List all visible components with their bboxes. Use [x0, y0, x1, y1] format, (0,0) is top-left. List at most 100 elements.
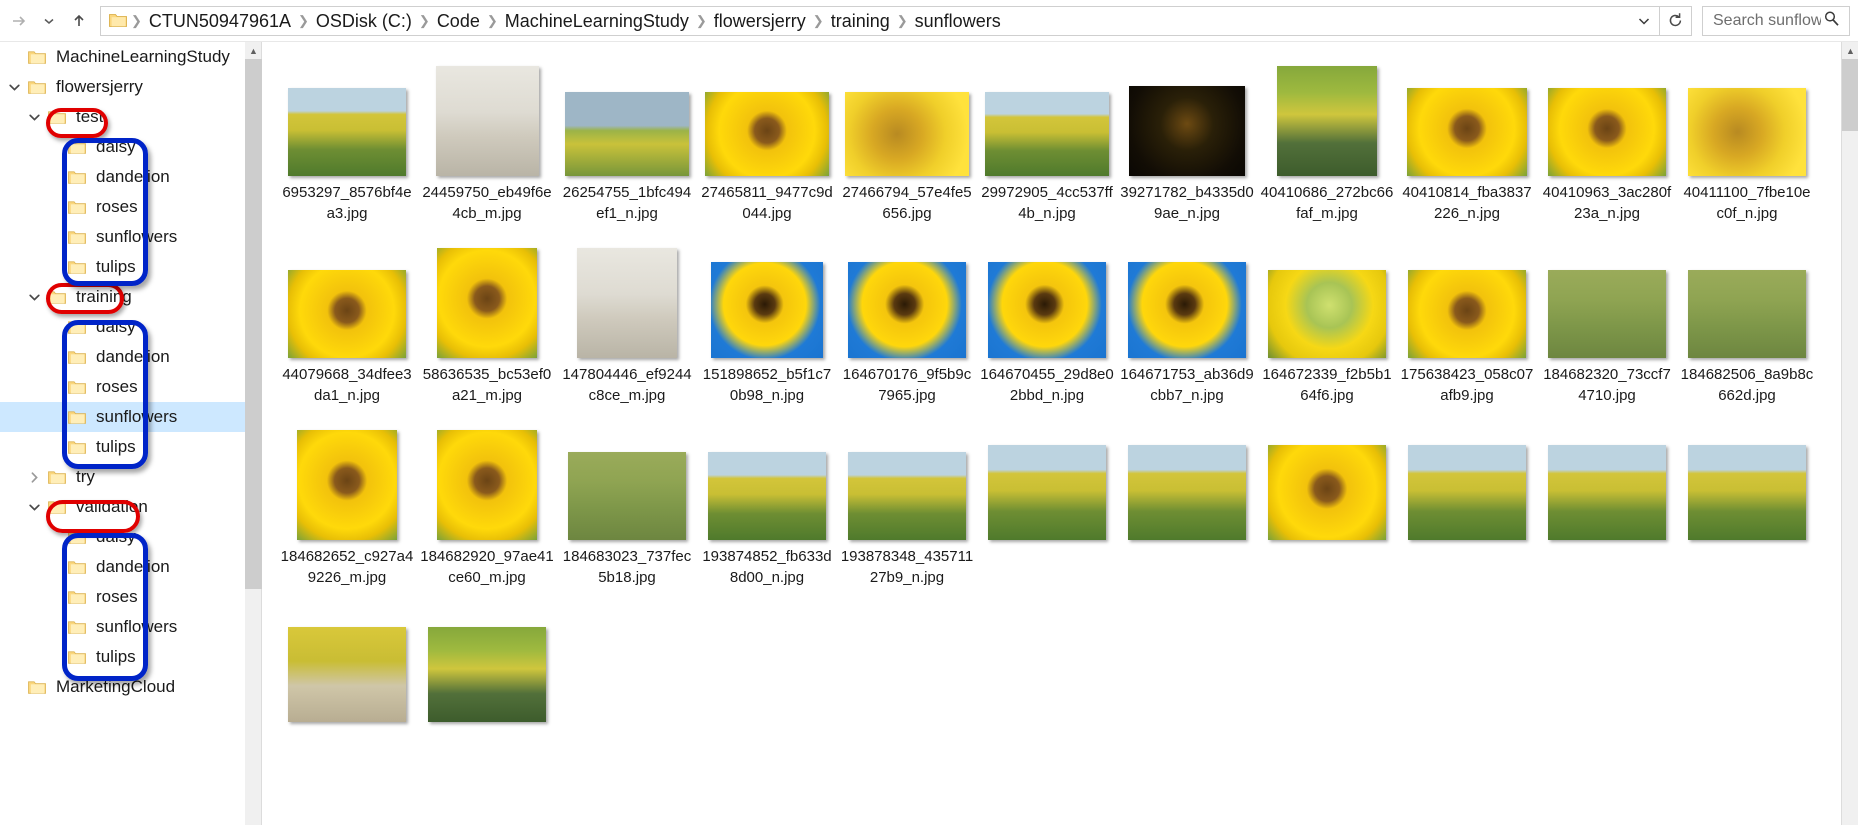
file-tile[interactable]: 164671753_ab36d9cbb7_n.jpg — [1117, 238, 1257, 406]
sidebar-item-daisy[interactable]: daisy — [0, 132, 245, 162]
file-tile[interactable]: 27466794_57e4fe5656.jpg — [837, 56, 977, 224]
file-tile[interactable]: 44079668_34dfee3da1_n.jpg — [277, 238, 417, 406]
file-tile[interactable] — [1537, 420, 1677, 588]
sidebar-item-sunflowers[interactable]: sunflowers — [0, 402, 245, 432]
up-button[interactable] — [64, 6, 94, 36]
chevron-down-icon[interactable] — [20, 492, 48, 522]
breadcrumb-item-code[interactable]: Code — [432, 7, 485, 35]
thumbnail-sunflower-blue-sky[interactable] — [711, 262, 823, 358]
file-tile[interactable] — [1677, 420, 1817, 588]
thumbnail-sunflower-field-wide[interactable] — [985, 92, 1109, 176]
sidebar-item-validation[interactable]: validation — [0, 492, 245, 522]
file-tile[interactable]: 184683023_737fec5b18.jpg — [557, 420, 697, 588]
file-tile[interactable]: 184682506_8a9b8c662d.jpg — [1677, 238, 1817, 406]
forward-button[interactable] — [4, 6, 34, 36]
file-tile[interactable] — [977, 420, 1117, 588]
sidebar-item-marketingcloud[interactable]: MarketingCloud — [0, 672, 245, 702]
file-tile[interactable]: 164670455_29d8e02bbd_n.jpg — [977, 238, 1117, 406]
breadcrumb-item-sunflowers[interactable]: sunflowers — [910, 7, 1006, 35]
file-tile[interactable] — [1397, 420, 1537, 588]
thumbnail-sunflower-bouquet-indoor[interactable] — [435, 66, 539, 176]
file-tile[interactable]: 6953297_8576bf4ea3.jpg — [277, 56, 417, 224]
breadcrumb-item-ctun50947961a[interactable]: CTUN50947961A — [144, 7, 296, 35]
chevron-down-icon[interactable] — [20, 102, 48, 132]
file-tile[interactable]: 58636535_bc53ef0a21_m.jpg — [417, 238, 557, 406]
sidebar-item-tulips[interactable]: tulips — [0, 642, 245, 672]
thumbnail-sunflower-field-tree[interactable] — [565, 92, 689, 176]
sidebar-scrollbar[interactable]: ▲ — [245, 42, 262, 825]
thumbnail-sunflower-dark-center[interactable] — [288, 270, 406, 358]
chevron-down-icon[interactable] — [0, 72, 28, 102]
file-tile[interactable] — [417, 602, 557, 728]
breadcrumb-item-machinelearningstudy[interactable]: MachineLearningStudy — [500, 7, 694, 35]
thumbnail-sunflower-single-stem[interactable] — [297, 430, 397, 540]
thumbnail-sunflower-market-stand[interactable] — [288, 627, 406, 722]
thumbnail-sunflower-field-person[interactable] — [848, 452, 966, 540]
sidebar-item-daisy[interactable]: daisy — [0, 522, 245, 552]
chevron-down-icon[interactable] — [1631, 7, 1657, 35]
thumbnail-sunflower-bloom-green[interactable] — [437, 430, 537, 540]
thumbnail-sunflower-yellow-bloom[interactable] — [437, 248, 537, 358]
sidebar-item-sunflowers[interactable]: sunflowers — [0, 612, 245, 642]
thumbnail-sunflower-seeds-bees[interactable] — [1688, 88, 1806, 176]
recent-locations-button[interactable] — [34, 6, 64, 36]
file-tile[interactable]: 24459750_eb49f6e4cb_m.jpg — [417, 56, 557, 224]
thumbnail-sunflower-field-clouds[interactable] — [708, 452, 826, 540]
file-tile[interactable]: 164670176_9f5b9c7965.jpg — [837, 238, 977, 406]
thumbnail-sunflower-blue-sky-2[interactable] — [848, 262, 966, 358]
file-tile[interactable]: 193878348_43571127b9_n.jpg — [837, 420, 977, 588]
sidebar-item-dandelion[interactable]: dandelion — [0, 162, 245, 192]
search-input[interactable] — [1711, 10, 1823, 31]
sidebar-item-training[interactable]: training — [0, 282, 245, 312]
file-tile[interactable]: 27465811_9477c9d044.jpg — [697, 56, 837, 224]
file-tile[interactable]: 40410814_fba3837226_n.jpg — [1397, 56, 1537, 224]
breadcrumb-item-osdisk[interactable]: OSDisk (C:) — [311, 7, 417, 35]
file-tile[interactable] — [1117, 420, 1257, 588]
sidebar-item-machinelearningstudy[interactable]: MachineLearningStudy — [0, 42, 245, 72]
sidebar-item-tulips[interactable]: tulips — [0, 252, 245, 282]
thumbnail-sunflowers-night-table[interactable] — [1129, 86, 1245, 176]
thumbnail-sunflower-back-green[interactable] — [1268, 270, 1386, 358]
thumbnail-sunflower-closeup[interactable] — [705, 92, 829, 176]
thumbnail-sunflower-in-leaves[interactable] — [568, 452, 686, 540]
chevron-right-icon[interactable] — [20, 462, 48, 492]
thumbnail-sunflower-blue-sky-3[interactable] — [988, 262, 1106, 358]
thumbnail-woman-child-in-field[interactable] — [1277, 66, 1377, 176]
thumbnail-field-of-sunflowers[interactable] — [288, 88, 406, 176]
refresh-button[interactable] — [1660, 5, 1692, 36]
file-tile[interactable]: 39271782_b4335d09ae_n.jpg — [1117, 56, 1257, 224]
thumbnail-single-sunflower-sky[interactable] — [1407, 88, 1527, 176]
file-tile[interactable]: 40410686_272bc66faf_m.jpg — [1257, 56, 1397, 224]
navigation-tree[interactable]: MachineLearningStudy flowersjerry test dais… — [0, 42, 245, 825]
file-tile[interactable] — [277, 602, 417, 728]
sidebar-item-sunflowers[interactable]: sunflowers — [0, 222, 245, 252]
file-tile[interactable]: 175638423_058c07afb9.jpg — [1397, 238, 1537, 406]
address-bar[interactable]: ❯ CTUN50947961A ❯ OSDisk (C:) ❯ Code ❯ M… — [100, 5, 1660, 36]
sidebar-item-roses[interactable]: roses — [0, 192, 245, 222]
file-tile[interactable]: 40410963_3ac280f23a_n.jpg — [1537, 56, 1677, 224]
sidebar-item-daisy[interactable]: daisy — [0, 312, 245, 342]
sidebar-item-try[interactable]: try — [0, 462, 245, 492]
content-scrollbar-thumb[interactable] — [1842, 59, 1858, 131]
sidebar-item-dandelion[interactable]: dandelion — [0, 552, 245, 582]
thumbnail-sunflower-field-row[interactable] — [1548, 445, 1666, 540]
thumbnail-sunflower-side-view[interactable] — [1408, 270, 1526, 358]
file-tile[interactable]: 147804446_ef9244c8ce_m.jpg — [557, 238, 697, 406]
sidebar-item-flowersjerry[interactable]: flowersjerry — [0, 72, 245, 102]
sidebar-item-roses[interactable]: roses — [0, 372, 245, 402]
sidebar-item-test[interactable]: test — [0, 102, 245, 132]
file-tile[interactable]: 151898652_b5f1c70b98_n.jpg — [697, 238, 837, 406]
thumbnail-sunflowers-dark-centers[interactable] — [1268, 445, 1386, 540]
file-tile[interactable]: 184682652_c927a49226_m.jpg — [277, 420, 417, 588]
file-tile[interactable]: 184682920_97ae41ce60_m.jpg — [417, 420, 557, 588]
thumbnail-sunflowers-by-window[interactable] — [577, 248, 677, 358]
thumbnail-sunflower-field-green-2[interactable] — [1128, 445, 1246, 540]
thumbnail-sunflower-field-row-2[interactable] — [1688, 445, 1806, 540]
file-tile[interactable]: 193874852_fb633d8d00_n.jpg — [697, 420, 837, 588]
thumbnail-sunflower-plants-leaves[interactable] — [1548, 270, 1666, 358]
file-tile[interactable] — [1257, 420, 1397, 588]
chevron-up-icon[interactable]: ▲ — [245, 42, 262, 59]
sidebar-item-tulips[interactable]: tulips — [0, 432, 245, 462]
file-tile[interactable]: 40411100_7fbe10ec0f_n.jpg — [1677, 56, 1817, 224]
sidebar-item-roses[interactable]: roses — [0, 582, 245, 612]
